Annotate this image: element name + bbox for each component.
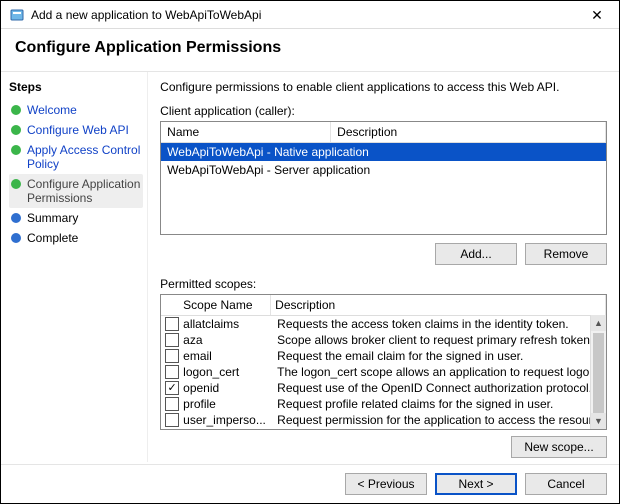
- scopes-scrollbar[interactable]: ▲ ▼: [590, 315, 606, 429]
- scroll-up-icon[interactable]: ▲: [591, 315, 606, 331]
- scope-desc: Requests the access token claims in the …: [273, 317, 602, 331]
- scroll-down-icon[interactable]: ▼: [591, 413, 606, 429]
- scope-row[interactable]: user_imperso...Request permission for th…: [161, 412, 606, 428]
- instruction-text: Configure permissions to enable client a…: [160, 80, 607, 94]
- step-bullet-icon: [11, 105, 21, 115]
- scope-name: logon_cert: [183, 365, 273, 379]
- close-icon[interactable]: ✕: [583, 8, 611, 22]
- scope-name: aza: [183, 333, 273, 347]
- scope-checkbox[interactable]: [165, 413, 179, 427]
- scope-desc: Scope allows broker client to request pr…: [273, 333, 602, 347]
- add-button[interactable]: Add...: [435, 243, 517, 265]
- sidebar-step-4: Summary: [9, 208, 143, 228]
- previous-button[interactable]: < Previous: [345, 473, 427, 495]
- scope-desc: Request the email claim for the signed i…: [273, 349, 602, 363]
- step-bullet-icon: [11, 179, 21, 189]
- scope-checkbox[interactable]: [165, 317, 179, 331]
- client-col-desc[interactable]: Description: [331, 122, 606, 142]
- main-panel: Configure permissions to enable client a…: [148, 72, 619, 462]
- scope-row[interactable]: emailRequest the email claim for the sig…: [161, 348, 606, 364]
- scopes-label: Permitted scopes:: [160, 277, 607, 291]
- window-title: Add a new application to WebApiToWebApi: [31, 8, 583, 22]
- scope-name: openid: [183, 381, 273, 395]
- app-icon: [9, 7, 25, 23]
- scope-name: allatclaims: [183, 317, 273, 331]
- step-label: Complete: [27, 231, 78, 245]
- scope-desc: Request permission for the application t…: [273, 413, 602, 427]
- step-label[interactable]: Configure Web API: [27, 123, 129, 137]
- client-app-label: Client application (caller):: [160, 104, 607, 118]
- scopes-grid[interactable]: Scope Name Description allatclaimsReques…: [160, 294, 607, 430]
- sidebar-step-5: Complete: [9, 228, 143, 248]
- client-row[interactable]: WebApiToWebApi - Native application: [161, 143, 606, 161]
- scope-row[interactable]: logon_certThe logon_cert scope allows an…: [161, 364, 606, 380]
- scope-name: profile: [183, 397, 273, 411]
- scope-checkbox[interactable]: [165, 365, 179, 379]
- sidebar-step-3: Configure Application Permissions: [9, 174, 143, 208]
- sidebar-step-0[interactable]: Welcome: [9, 100, 143, 120]
- scope-desc: The logon_cert scope allows an applicati…: [273, 365, 602, 379]
- step-label[interactable]: Welcome: [27, 103, 77, 117]
- scope-row[interactable]: vpn_certThe vpn_cert scope allows an app…: [161, 428, 606, 429]
- scope-col-name[interactable]: Scope Name: [179, 295, 271, 315]
- step-label[interactable]: Apply Access Control Policy: [27, 143, 141, 171]
- steps-heading: Steps: [9, 80, 143, 94]
- page-title: Configure Application Permissions: [1, 29, 619, 72]
- scope-desc: Request profile related claims for the s…: [273, 397, 602, 411]
- step-bullet-icon: [11, 213, 21, 223]
- scope-row[interactable]: azaScope allows broker client to request…: [161, 332, 606, 348]
- scope-col-desc[interactable]: Description: [271, 295, 606, 315]
- scope-checkbox[interactable]: ✓: [165, 381, 179, 395]
- scope-name: email: [183, 349, 273, 363]
- scope-checkbox[interactable]: [165, 349, 179, 363]
- step-bullet-icon: [11, 233, 21, 243]
- scope-name: user_imperso...: [183, 413, 273, 427]
- client-grid-header: Name Description: [161, 122, 606, 143]
- scope-checkbox[interactable]: [165, 397, 179, 411]
- scope-row[interactable]: profileRequest profile related claims fo…: [161, 396, 606, 412]
- cancel-button[interactable]: Cancel: [525, 473, 607, 495]
- step-bullet-icon: [11, 125, 21, 135]
- wizard-footer: < Previous Next > Cancel: [1, 464, 619, 503]
- step-label: Summary: [27, 211, 78, 225]
- scope-desc: Request use of the OpenID Connect author…: [273, 381, 602, 395]
- next-button[interactable]: Next >: [435, 473, 517, 495]
- remove-button[interactable]: Remove: [525, 243, 607, 265]
- steps-sidebar: Steps Welcome Configure Web API Apply Acce…: [1, 72, 148, 462]
- step-bullet-icon: [11, 145, 21, 155]
- sidebar-step-2[interactable]: Apply Access Control Policy: [9, 140, 143, 174]
- sidebar-step-1[interactable]: Configure Web API: [9, 120, 143, 140]
- scroll-thumb[interactable]: [593, 333, 604, 413]
- client-app-grid[interactable]: Name Description WebApiToWebApi - Native…: [160, 121, 607, 235]
- client-col-name[interactable]: Name: [161, 122, 331, 142]
- step-label: Configure Application Permissions: [27, 177, 141, 205]
- new-scope-button[interactable]: New scope...: [511, 436, 607, 458]
- scope-checkbox[interactable]: [165, 333, 179, 347]
- scope-row[interactable]: allatclaimsRequests the access token cla…: [161, 316, 606, 332]
- scope-row[interactable]: ✓ openidRequest use of the OpenID Connect…: [161, 380, 606, 396]
- scopes-grid-header: Scope Name Description: [161, 295, 606, 316]
- title-bar: Add a new application to WebApiToWebApi …: [1, 1, 619, 29]
- client-row[interactable]: WebApiToWebApi - Server application: [161, 161, 606, 179]
